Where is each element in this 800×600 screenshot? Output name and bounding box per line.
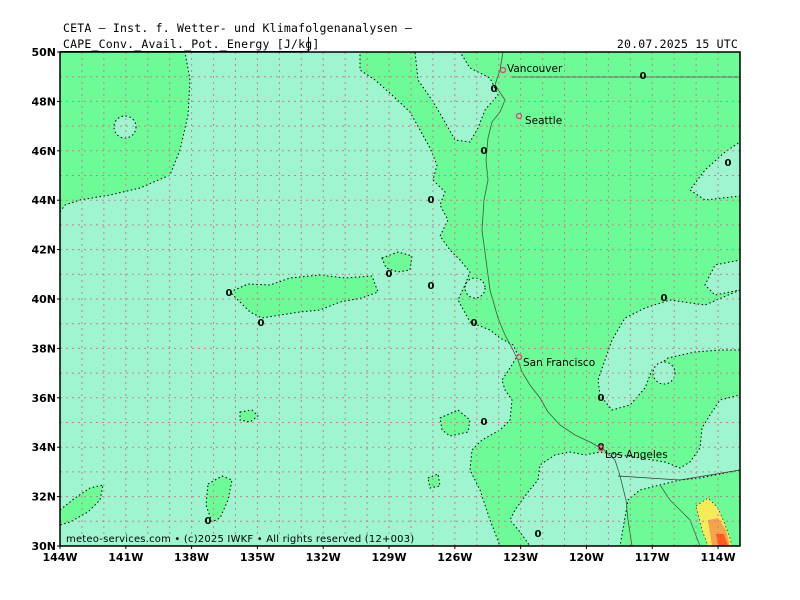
contour-label: 0 [481, 417, 488, 428]
lat-tick-label: 44N [31, 194, 56, 207]
contour-label: 0 [535, 529, 542, 540]
lon-tick-label: 132W [306, 551, 341, 564]
lon-tick-label: 144W [42, 551, 77, 564]
contour-label: 0 [428, 195, 435, 206]
lat-tick-label: 40N [31, 293, 56, 306]
contour-label: 0 [640, 71, 647, 82]
contour-label: 0 [428, 281, 435, 292]
contour-label: 0 [471, 318, 478, 329]
copyright-note: meteo-services.com • (c)2025 IWKF • All … [64, 534, 417, 545]
lon-tick-label: 123W [503, 551, 538, 564]
lat-tick-label: 42N [31, 244, 56, 257]
lon-tick-label: 135W [240, 551, 275, 564]
lat-tick-label: 34N [31, 441, 56, 454]
contour-label: 0 [661, 293, 668, 304]
lon-tick-label: 129W [371, 551, 406, 564]
contour-label: 0 [491, 84, 498, 95]
lat-tick-label: 46N [31, 145, 56, 158]
lon-tick-label: 114W [701, 551, 736, 564]
contour-label: 0 [205, 516, 212, 527]
lat-tick-label: 36N [31, 392, 56, 405]
cape-map: 50N48N46N44N42N40N38N36N34N32N30N 144W 14… [31, 46, 741, 564]
contour-label: 0 [258, 318, 265, 329]
contour-label: 0 [725, 158, 732, 169]
cape-zero-hole-northwest [113, 115, 137, 139]
longitude-tick-labels: 144W 141W 138W 135W 132W 129W 126W 123W 120W 117W… [42, 546, 736, 564]
city-label: San Francisco [523, 357, 595, 369]
contour-label: 0 [481, 146, 488, 157]
lat-tick-label: 38N [31, 342, 56, 355]
city-label: Seattle [525, 115, 562, 127]
contour-label: 0 [226, 288, 233, 299]
cape-zero-hole-sf [464, 277, 486, 299]
lon-tick-label: 138W [174, 551, 209, 564]
lon-tick-label: 126W [437, 551, 472, 564]
city-label: Vancouver [507, 63, 563, 75]
lat-tick-label: 32N [31, 491, 56, 504]
lon-tick-label: 141W [108, 551, 143, 564]
lat-tick-label: 48N [31, 95, 56, 108]
contour-label: 0 [598, 393, 605, 404]
cape-zero-hole-east-small [652, 361, 676, 385]
lat-tick-label: 50N [31, 46, 56, 59]
lon-tick-label: 117W [635, 551, 670, 564]
city-label: Los Angeles [605, 449, 668, 461]
latitude-tick-labels: 50N48N46N44N42N40N38N36N34N32N30N [31, 46, 60, 553]
contour-label: 0 [386, 269, 393, 280]
lon-tick-label: 120W [569, 551, 604, 564]
